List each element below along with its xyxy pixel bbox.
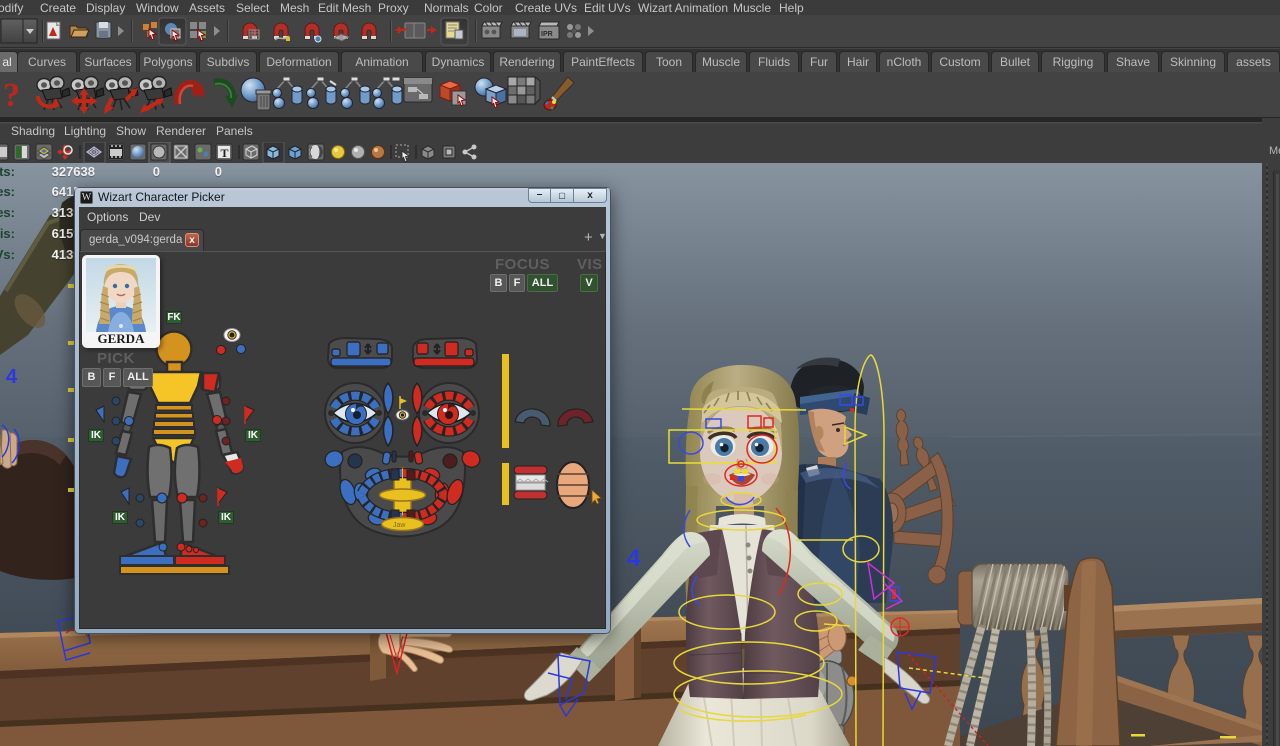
svg-text:4: 4 xyxy=(6,366,18,388)
svg-text:?: ? xyxy=(3,77,20,114)
svg-text:Jaw: Jaw xyxy=(393,522,406,529)
svg-text:4: 4 xyxy=(627,545,641,572)
svg-text:T: T xyxy=(221,146,229,160)
svg-text:IPR: IPR xyxy=(541,31,553,38)
